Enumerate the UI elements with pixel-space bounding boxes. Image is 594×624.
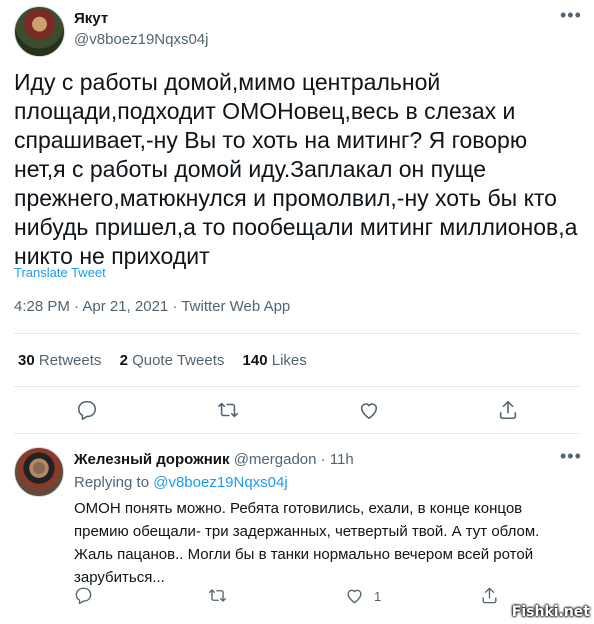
quote-tweets-stat[interactable]: 2 Quote Tweets [120, 352, 225, 369]
divider [14, 433, 580, 434]
share-icon[interactable] [480, 586, 502, 608]
reply-like-count: 1 [374, 589, 382, 604]
tweet-meta[interactable]: 4:28 PM · Apr 21, 2021 · Twitter Web App [14, 298, 290, 315]
reply-icon[interactable] [76, 399, 98, 421]
divider [14, 386, 580, 387]
retweets-stat[interactable]: 30 Retweets [18, 352, 101, 369]
translate-tweet-link[interactable]: Translate Tweet [14, 265, 106, 280]
reply-separator: · [320, 451, 326, 468]
share-icon[interactable] [497, 399, 519, 421]
reply-text: ОМОН понять можно. Ребята готовились, ех… [74, 500, 540, 586]
reply-more-options-icon[interactable]: ••• [560, 447, 582, 465]
reply-author-avatar[interactable] [14, 447, 64, 497]
replying-to: Replying to @v8boez19Nqxs04j [74, 474, 288, 491]
tweet-text: Иду с работы домой,мимо центральной площ… [14, 69, 578, 269]
reply-time[interactable]: 11h [330, 451, 354, 468]
like-icon[interactable] [345, 586, 367, 608]
watermark: Fishki.net [511, 604, 590, 620]
author-handle[interactable]: @v8boez19Nqxs04j [74, 31, 208, 48]
more-options-icon[interactable]: ••• [560, 6, 582, 24]
likes-stat[interactable]: 140 Likes [243, 352, 307, 369]
retweet-icon[interactable] [217, 399, 239, 421]
retweet-icon[interactable] [208, 586, 230, 608]
reply-header: Железный дорожник @mergadon · 11h [74, 451, 354, 468]
author-name[interactable]: Якут [74, 10, 108, 27]
reply-author-handle[interactable]: @mergadon [234, 451, 317, 468]
author-avatar[interactable] [14, 6, 65, 57]
reply-author-name[interactable]: Железный дорожник [74, 451, 230, 468]
tweet-stats: 30 Retweets 2 Quote Tweets 140 Likes [18, 352, 321, 369]
replying-to-handle[interactable]: @v8boez19Nqxs04j [153, 474, 287, 491]
divider [14, 333, 580, 334]
reply-icon[interactable] [74, 586, 96, 608]
like-icon[interactable] [358, 399, 380, 421]
